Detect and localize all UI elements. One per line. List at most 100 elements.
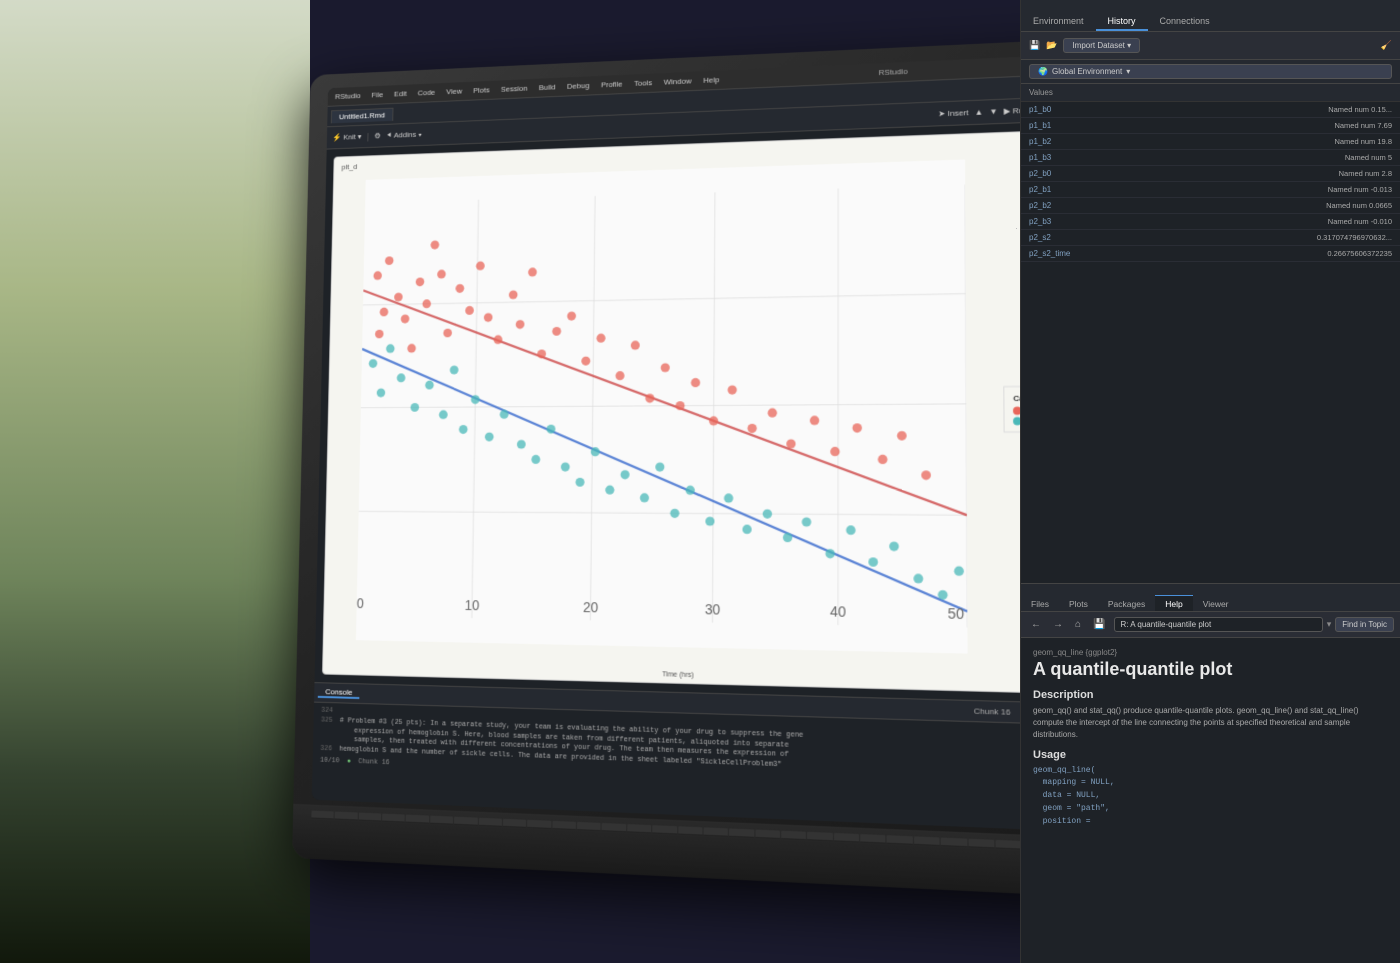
var-name: p2_b3 bbox=[1029, 217, 1099, 226]
var-value: 0.317074796970632... bbox=[1317, 233, 1392, 242]
app-title: RStudio bbox=[879, 67, 908, 77]
menu-help[interactable]: Help bbox=[703, 75, 719, 84]
line-num: 325 bbox=[321, 716, 333, 726]
var-name: p1_b0 bbox=[1029, 105, 1099, 114]
help-toolbar: ← → ⌂ 💾 R: A quantile-quantile plot ▾ Fi… bbox=[1021, 612, 1400, 638]
menu-plots[interactable]: Plots bbox=[473, 86, 490, 95]
chunk-marker: ● bbox=[347, 758, 351, 768]
var-name: p1_b2 bbox=[1029, 137, 1099, 146]
svg-text:20: 20 bbox=[583, 600, 598, 616]
value-row-p2s2: p2_s2 0.317074796970632... bbox=[1021, 230, 1400, 246]
var-name: p2_s2 bbox=[1029, 233, 1099, 242]
back-button[interactable]: ← bbox=[1027, 617, 1045, 632]
line-num: 324 bbox=[321, 707, 333, 717]
background-window bbox=[0, 0, 310, 963]
help-content: geom_qq_line {ggplot2} A quantile-quanti… bbox=[1021, 638, 1400, 963]
var-name: p2_s2_time bbox=[1029, 249, 1099, 258]
menu-code[interactable]: Code bbox=[418, 88, 436, 97]
var-value: 0.26675606372235 bbox=[1327, 249, 1392, 258]
svg-text:40: 40 bbox=[830, 604, 846, 620]
var-value: Named num 0.0665 bbox=[1326, 201, 1392, 210]
tab-help[interactable]: Help bbox=[1155, 595, 1192, 611]
bottom-panel-tabs: Files Plots Packages Help Viewer bbox=[1021, 584, 1400, 612]
tab-files[interactable]: Files bbox=[1021, 596, 1059, 611]
plot-title: plt_d bbox=[341, 162, 357, 171]
var-value: Named num 2.8 bbox=[1339, 169, 1392, 178]
laptop-screen: RStudio File Edit Code View Plots Sessio… bbox=[312, 55, 1077, 832]
global-env-dropdown[interactable]: 🌍 Global Environment ▾ bbox=[1029, 64, 1392, 79]
chunk-number: 10/10 bbox=[320, 757, 340, 767]
chunk-label-text: Chunk 16 bbox=[358, 758, 390, 769]
tab-connections[interactable]: Connections bbox=[1148, 12, 1222, 31]
value-row-p2b3: p2_b3 Named num -0.010 bbox=[1021, 214, 1400, 230]
home-button[interactable]: ⌂ bbox=[1071, 617, 1085, 632]
menu-view[interactable]: View bbox=[446, 87, 462, 96]
global-env-bar: 🌍 Global Environment ▾ bbox=[1021, 60, 1400, 84]
tab-plots[interactable]: Plots bbox=[1059, 596, 1098, 611]
value-row-p1b3: p1_b3 Named num 5 bbox=[1021, 150, 1400, 166]
values-header: Values bbox=[1021, 84, 1400, 102]
x-axis-label: Time (hrs) bbox=[662, 671, 694, 679]
tab-environment[interactable]: Environment bbox=[1021, 12, 1096, 31]
value-row-p2b1: p2_b1 Named num -0.013 bbox=[1021, 182, 1400, 198]
save-icon[interactable]: 💾 bbox=[1029, 40, 1040, 51]
find-topic-button[interactable]: Find in Topic bbox=[1335, 617, 1394, 632]
menu-session[interactable]: Session bbox=[501, 84, 528, 94]
right-panel: Environment History Connections 💾 📂 Impo… bbox=[1020, 0, 1400, 963]
plot-svg: 0 10 20 30 40 50 1 2 3 4 bbox=[356, 159, 968, 653]
var-value: Named num 19.8 bbox=[1334, 137, 1392, 146]
bottom-right-panel: Files Plots Packages Help Viewer ← → ⌂ 💾… bbox=[1021, 583, 1400, 963]
var-value: Named num -0.013 bbox=[1328, 185, 1392, 194]
value-row-p2b2: p2_b2 Named num 0.0665 bbox=[1021, 198, 1400, 214]
value-row-p1b1: p1_b1 Named num 7.69 bbox=[1021, 118, 1400, 134]
broom-icon[interactable]: 🧹 bbox=[1381, 40, 1392, 51]
tab-viewer[interactable]: Viewer bbox=[1193, 596, 1239, 611]
menu-edit[interactable]: Edit bbox=[394, 89, 407, 98]
help-dropdown-btn[interactable]: ▾ bbox=[1327, 619, 1332, 630]
var-name: p2_b0 bbox=[1029, 169, 1099, 178]
laptop-frame: RStudio File Edit Code View Plots Sessio… bbox=[292, 38, 1100, 897]
editor-tab-rmd[interactable]: Untitled1.Rmd bbox=[331, 107, 393, 123]
forward-button[interactable]: → bbox=[1049, 617, 1067, 632]
svg-text:30: 30 bbox=[705, 602, 721, 618]
var-name: p2_b2 bbox=[1029, 201, 1099, 210]
console-tab[interactable]: Console bbox=[318, 687, 360, 699]
env-panel-toolbar: 💾 📂 Import Dataset ▾ 🧹 bbox=[1021, 32, 1400, 60]
menu-tools[interactable]: Tools bbox=[634, 78, 652, 87]
value-row-p1b2: p1_b2 Named num 19.8 bbox=[1021, 134, 1400, 150]
open-icon[interactable]: 📂 bbox=[1046, 40, 1057, 51]
menu-build[interactable]: Build bbox=[539, 83, 556, 92]
menu-rstudio[interactable]: RStudio bbox=[335, 91, 361, 100]
svg-text:4: 4 bbox=[356, 199, 359, 214]
tab-packages[interactable]: Packages bbox=[1098, 596, 1155, 611]
var-value: Named num 0.15... bbox=[1328, 105, 1392, 114]
main-content: Untitled1.Rmd ⚡ Knit ▾ | ⚙ ⯇ Addins ▾ ➤ … bbox=[312, 75, 1077, 832]
help-description-text: geom_qq() and stat_qq() produce quantile… bbox=[1033, 705, 1388, 741]
settings-button[interactable]: ⚙ bbox=[374, 132, 381, 141]
menu-profile[interactable]: Profile bbox=[601, 80, 623, 90]
print-button[interactable]: 💾 bbox=[1089, 617, 1109, 632]
help-package-label: geom_qq_line {ggplot2} bbox=[1033, 648, 1388, 657]
env-panel-tabs: Environment History Connections bbox=[1021, 0, 1400, 32]
addins-button[interactable]: ⯇ Addins ▾ bbox=[386, 129, 422, 140]
knit-button[interactable]: ⚡ Knit ▾ bbox=[332, 132, 361, 142]
tab-history[interactable]: History bbox=[1096, 12, 1148, 31]
svg-text:50: 50 bbox=[948, 606, 964, 623]
insert-button[interactable]: ➤ Insert bbox=[938, 108, 968, 118]
var-name: p1_b1 bbox=[1029, 121, 1099, 130]
chunk-label: Chunk 16 bbox=[974, 706, 1020, 717]
import-dataset-btn[interactable]: Import Dataset ▾ bbox=[1063, 38, 1140, 53]
plot-area: 0 10 20 30 40 50 1 2 3 4 bbox=[356, 159, 968, 653]
menu-file[interactable]: File bbox=[371, 90, 383, 99]
globe-icon: 🌍 bbox=[1038, 67, 1048, 76]
var-value: Named num -0.010 bbox=[1328, 217, 1392, 226]
up-button[interactable]: ▲ bbox=[975, 108, 983, 117]
down-button[interactable]: ▼ bbox=[989, 107, 997, 116]
value-row-p2b0: p2_b0 Named num 2.8 bbox=[1021, 166, 1400, 182]
help-function-title: A quantile-quantile plot bbox=[1033, 659, 1388, 681]
menu-window[interactable]: Window bbox=[664, 77, 692, 87]
help-description-title: Description bbox=[1033, 689, 1388, 701]
menu-debug[interactable]: Debug bbox=[567, 81, 590, 91]
line-num: 326 bbox=[320, 745, 332, 755]
help-search-input[interactable]: R: A quantile-quantile plot bbox=[1114, 617, 1323, 632]
